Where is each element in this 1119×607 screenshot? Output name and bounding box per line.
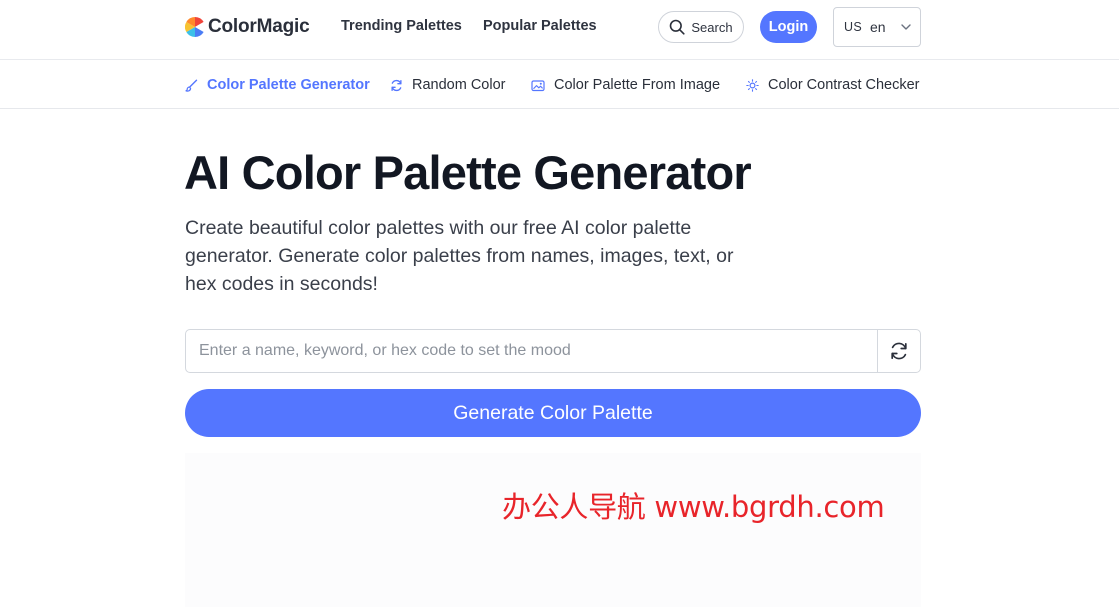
subnav-color-palette-generator[interactable]: Color Palette Generator (185, 76, 370, 94)
page-title: AI Color Palette Generator (184, 146, 752, 199)
sun-icon (746, 78, 759, 92)
login-button[interactable]: Login (760, 11, 817, 43)
subnav-label: Color Palette From Image (554, 77, 721, 93)
randomize-button[interactable] (877, 330, 920, 372)
nav-popular-palettes[interactable]: Popular Palettes (483, 18, 597, 34)
top-navigation-bar: ColorMagic Trending Palettes Popular Pal… (0, 0, 1119, 60)
watermark-text: 办公人导航 www.bgrdh.com (502, 490, 885, 524)
subnav-label: Color Contrast Checker (768, 77, 920, 93)
language-code: en (869, 19, 886, 35)
tools-subnav: Color Palette Generator Random Color Col… (0, 60, 1119, 109)
search-button-label: Search (691, 19, 733, 35)
palette-preview-area (185, 453, 921, 607)
subnav-random-color[interactable]: Random Color (390, 76, 506, 94)
generate-palette-button[interactable]: Generate Color Palette (185, 389, 921, 437)
search-button[interactable]: Search (658, 11, 744, 43)
subnav-label: Random Color (412, 77, 506, 93)
nav-trending-palettes[interactable]: Trending Palettes (341, 18, 462, 34)
subnav-color-contrast-checker[interactable]: Color Contrast Checker (746, 76, 920, 94)
language-selector[interactable]: US en (833, 7, 921, 47)
brush-icon (185, 79, 198, 92)
page-description: Create beautiful color palettes with our… (185, 217, 734, 295)
brand-name: ColorMagic (208, 16, 310, 37)
mood-input[interactable] (186, 330, 877, 372)
brand-logo[interactable]: ColorMagic (185, 15, 310, 39)
subnav-color-palette-from-image[interactable]: Color Palette From Image (531, 76, 720, 94)
region-flag: US (844, 20, 862, 34)
chevron-down-icon (900, 24, 911, 30)
refresh-icon (891, 342, 907, 360)
colormagic-logo-icon (185, 17, 205, 37)
mood-input-group (185, 329, 921, 373)
image-icon (531, 79, 545, 91)
refresh-icon (391, 79, 402, 91)
search-icon (670, 19, 685, 35)
subnav-label: Color Palette Generator (207, 77, 370, 93)
